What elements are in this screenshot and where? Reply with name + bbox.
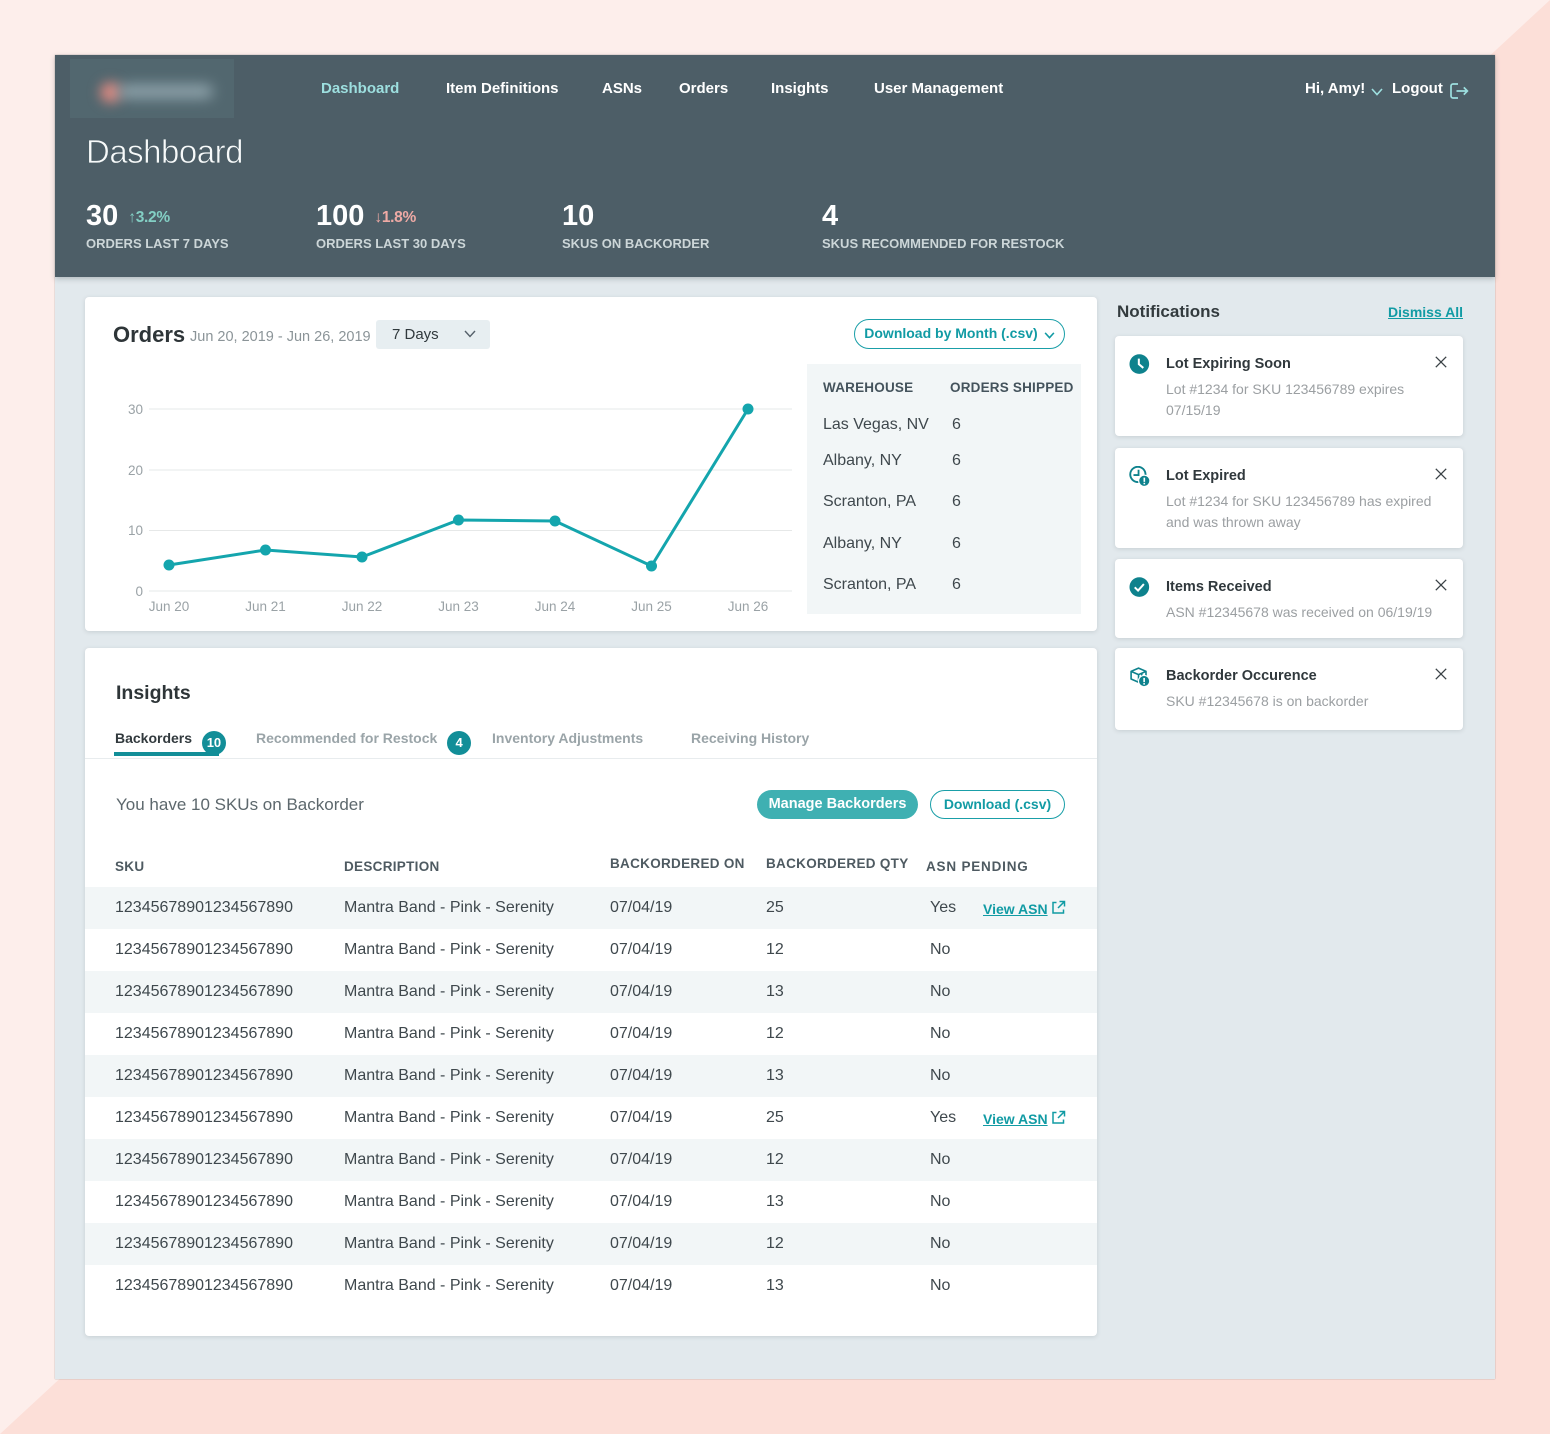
svg-text:Jun 23: Jun 23 bbox=[438, 599, 479, 614]
svg-text:Jun 26: Jun 26 bbox=[728, 599, 769, 614]
svg-text:0: 0 bbox=[135, 584, 143, 599]
svg-text:10: 10 bbox=[128, 523, 143, 538]
svg-text:Jun 22: Jun 22 bbox=[342, 599, 383, 614]
svg-text:Jun 21: Jun 21 bbox=[245, 599, 286, 614]
svg-text:30: 30 bbox=[128, 402, 143, 417]
svg-text:Jun 20: Jun 20 bbox=[149, 599, 190, 614]
svg-text:20: 20 bbox=[128, 463, 143, 478]
svg-text:Jun 24: Jun 24 bbox=[535, 599, 576, 614]
svg-text:Jun 25: Jun 25 bbox=[631, 599, 672, 614]
